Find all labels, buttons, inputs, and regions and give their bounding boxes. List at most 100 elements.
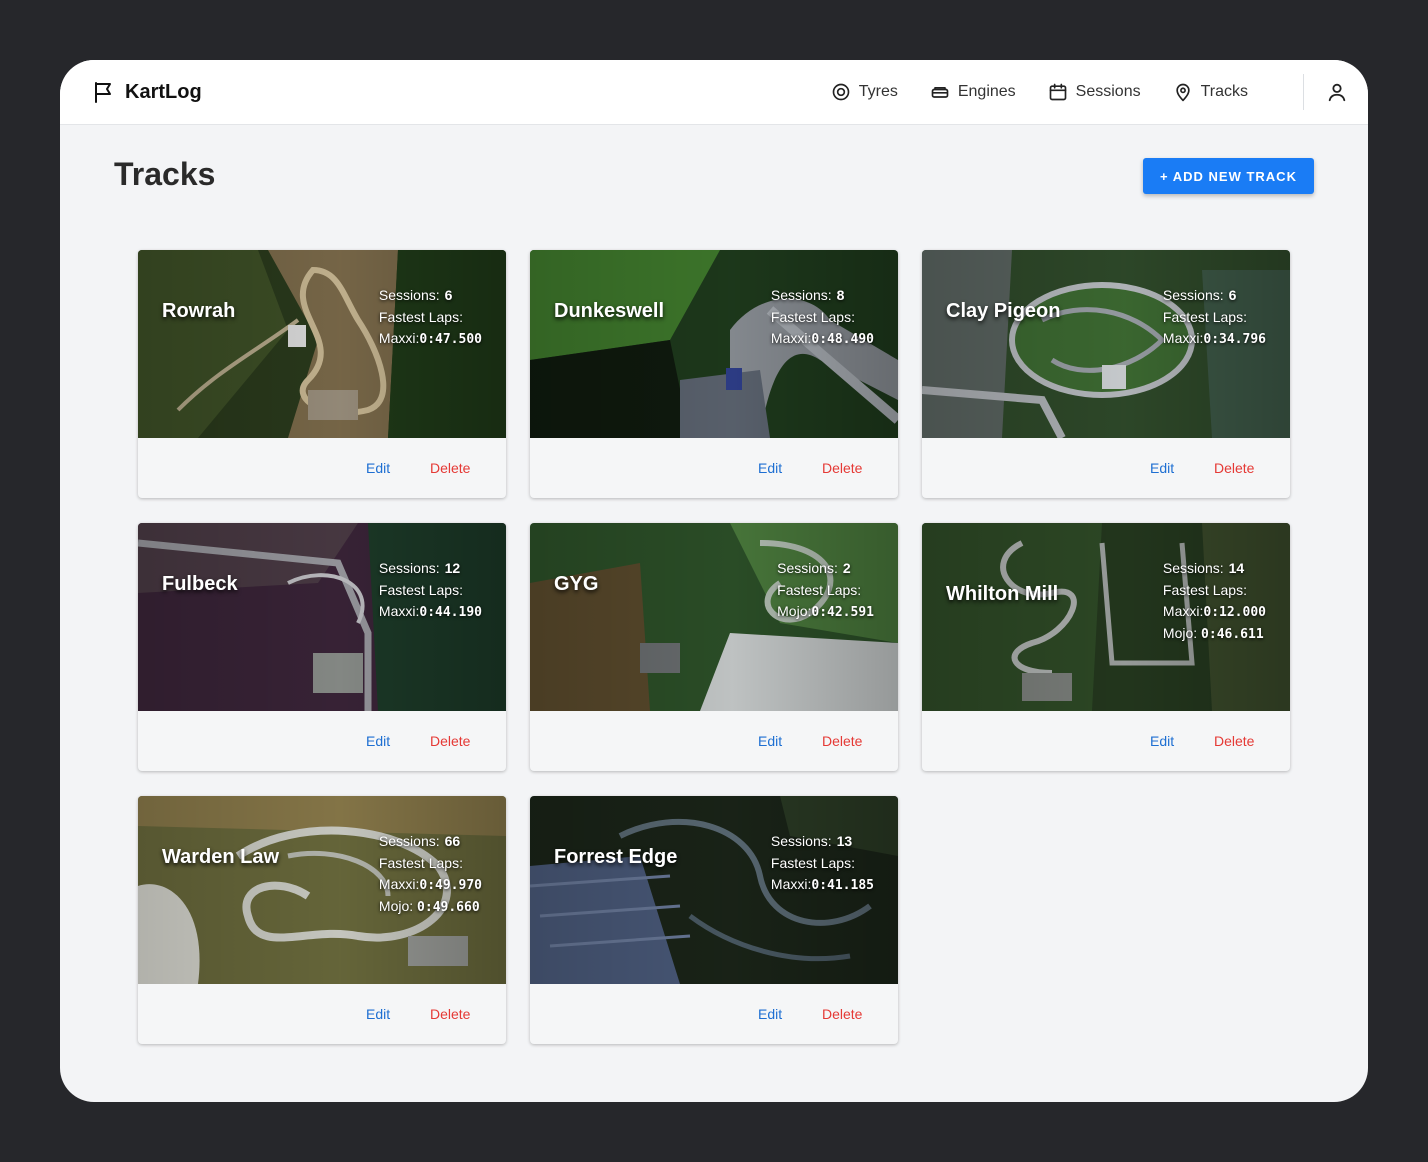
delete-button[interactable]: Delete: [822, 460, 862, 476]
page-title: Tracks: [114, 156, 216, 192]
lap-row: Maxxi:0:41.185: [771, 874, 874, 896]
calendar-icon: [1049, 83, 1067, 101]
sessions-count: 8: [836, 287, 845, 303]
track-name: Whilton Mill: [946, 583, 1059, 605]
fastest-laps-label: Fastest Laps:: [777, 582, 862, 598]
delete-button[interactable]: Delete: [430, 733, 470, 749]
lap-time: 0:49.660: [417, 900, 480, 915]
card-actions: Edit Delete: [530, 438, 898, 498]
edit-button[interactable]: Edit: [366, 733, 390, 749]
sessions-label: Sessions:: [770, 833, 832, 849]
fastest-laps-label: Fastest Laps:: [1162, 582, 1247, 598]
track-card: Whilton Mill Sessions: 14 Fastest Laps: M…: [922, 523, 1290, 771]
lap-time: 0:47.500: [419, 332, 482, 347]
track-image: Dunkeswell Sessions: 8 Fastest Laps: Maxx…: [530, 250, 898, 438]
track-stats: Sessions: 12 Fastest Laps: Maxxi:0:44.190: [379, 557, 482, 623]
sessions-label: Sessions:: [770, 287, 832, 303]
sessions-count: 12: [444, 560, 461, 576]
delete-button[interactable]: Delete: [430, 1006, 470, 1022]
lap-row: Mojo: 0:49.660: [379, 896, 482, 918]
nav-label: Tyres: [858, 83, 898, 100]
top-navbar: KartLog Tyres Engines Sessions Tracks: [60, 60, 1368, 125]
delete-button[interactable]: Delete: [822, 733, 862, 749]
delete-button[interactable]: Delete: [1214, 733, 1254, 749]
fastest-laps-label: Fastest Laps:: [378, 309, 463, 325]
card-actions: Edit Delete: [922, 438, 1290, 498]
nav-item-sessions[interactable]: Sessions: [1032, 60, 1157, 124]
track-image: GYG Sessions: 2 Fastest Laps: Mojo:0:42.5…: [530, 523, 898, 711]
track-stats: Sessions: 66 Fastest Laps: Maxxi:0:49.970…: [379, 830, 482, 918]
nav-label: Sessions: [1075, 83, 1141, 100]
tyre-label: Mojo:: [1162, 625, 1198, 641]
tyre-label: Mojo:: [378, 898, 414, 914]
track-image: Warden Law Sessions: 66 Fastest Laps: Max…: [138, 796, 506, 984]
sessions-label: Sessions:: [777, 560, 838, 576]
track-card: Rowrah Sessions: 6 Fastest Laps: Maxxi:0:…: [138, 250, 506, 498]
edit-button[interactable]: Edit: [758, 733, 782, 749]
track-name: GYG: [554, 573, 599, 595]
app-name: KartLog: [125, 80, 202, 103]
target-icon: [832, 83, 850, 101]
track-image: Fulbeck Sessions: 12 Fastest Laps: Maxxi:…: [138, 523, 506, 711]
track-name: Dunkeswell: [554, 300, 665, 322]
lap-time: 0:44.190: [419, 605, 482, 620]
sessions-count: 66: [444, 833, 461, 849]
edit-button[interactable]: Edit: [1150, 733, 1174, 749]
lap-row: Maxxi:0:34.796: [1163, 328, 1266, 350]
delete-button[interactable]: Delete: [822, 1006, 862, 1022]
sessions-count: 2: [842, 560, 851, 576]
edit-button[interactable]: Edit: [366, 460, 390, 476]
nav-label: Tracks: [1200, 83, 1248, 100]
sessions-label: Sessions:: [1162, 560, 1224, 576]
sessions-count: 13: [836, 833, 853, 849]
track-card: Clay Pigeon Sessions: 6 Fastest Laps: Max…: [922, 250, 1290, 498]
lap-row: Mojo:0:42.591: [777, 601, 874, 623]
track-name: Clay Pigeon: [946, 300, 1061, 322]
tyre-label: Maxxi:: [378, 876, 420, 892]
nav-item-tyres[interactable]: Tyres: [815, 60, 914, 124]
app-window: KartLog Tyres Engines Sessions Tracks Tr…: [60, 60, 1368, 1102]
edit-button[interactable]: Edit: [758, 460, 782, 476]
track-stats: Sessions: 2 Fastest Laps: Mojo:0:42.591: [777, 557, 874, 623]
lap-time: 0:41.185: [811, 878, 874, 893]
brand[interactable]: KartLog: [92, 80, 202, 104]
tyre-label: Maxxi:: [1162, 603, 1204, 619]
card-actions: Edit Delete: [530, 984, 898, 1044]
nav-item-tracks[interactable]: Tracks: [1157, 60, 1264, 124]
add-new-track-button[interactable]: + ADD NEW TRACK: [1143, 158, 1314, 194]
track-card: GYG Sessions: 2 Fastest Laps: Mojo:0:42.5…: [530, 523, 898, 771]
lap-time: 0:12.000: [1203, 605, 1266, 620]
tyre-label: Maxxi:: [770, 330, 812, 346]
track-image: Clay Pigeon Sessions: 6 Fastest Laps: Max…: [922, 250, 1290, 438]
track-name: Rowrah: [162, 300, 236, 322]
lap-row: Maxxi:0:44.190: [379, 601, 482, 623]
sessions-count: 14: [1228, 560, 1245, 576]
lap-row: Maxxi:0:48.490: [771, 328, 874, 350]
tyre-label: Maxxi:: [770, 876, 812, 892]
track-name: Forrest Edge: [554, 846, 678, 868]
lap-row: Maxxi:0:47.500: [379, 328, 482, 350]
lap-time: 0:48.490: [811, 332, 874, 347]
lap-row: Maxxi:0:49.970: [379, 874, 482, 896]
nav-item-engines[interactable]: Engines: [914, 60, 1032, 124]
edit-button[interactable]: Edit: [366, 1006, 390, 1022]
track-name: Fulbeck: [162, 573, 238, 595]
sessions-label: Sessions:: [1162, 287, 1224, 303]
track-stats: Sessions: 14 Fastest Laps: Maxxi:0:12.000…: [1163, 557, 1266, 645]
track-card: Warden Law Sessions: 66 Fastest Laps: Max…: [138, 796, 506, 1044]
user-menu-button[interactable]: [1326, 81, 1348, 108]
edit-button[interactable]: Edit: [758, 1006, 782, 1022]
lap-row: Maxxi:0:12.000: [1163, 601, 1266, 623]
card-actions: Edit Delete: [138, 711, 506, 771]
map-pin-icon: [1175, 83, 1190, 102]
lap-time: 0:49.970: [419, 878, 482, 893]
delete-button[interactable]: Delete: [1214, 460, 1254, 476]
edit-button[interactable]: Edit: [1150, 460, 1174, 476]
fastest-laps-label: Fastest Laps:: [1162, 309, 1247, 325]
nav-label: Engines: [957, 83, 1016, 100]
engine-icon: [931, 87, 949, 98]
track-image: Forrest Edge Sessions: 13 Fastest Laps: M…: [530, 796, 898, 984]
track-stats: Sessions: 13 Fastest Laps: Maxxi:0:41.185: [771, 830, 874, 896]
delete-button[interactable]: Delete: [430, 460, 470, 476]
tyre-label: Maxxi:: [378, 330, 420, 346]
